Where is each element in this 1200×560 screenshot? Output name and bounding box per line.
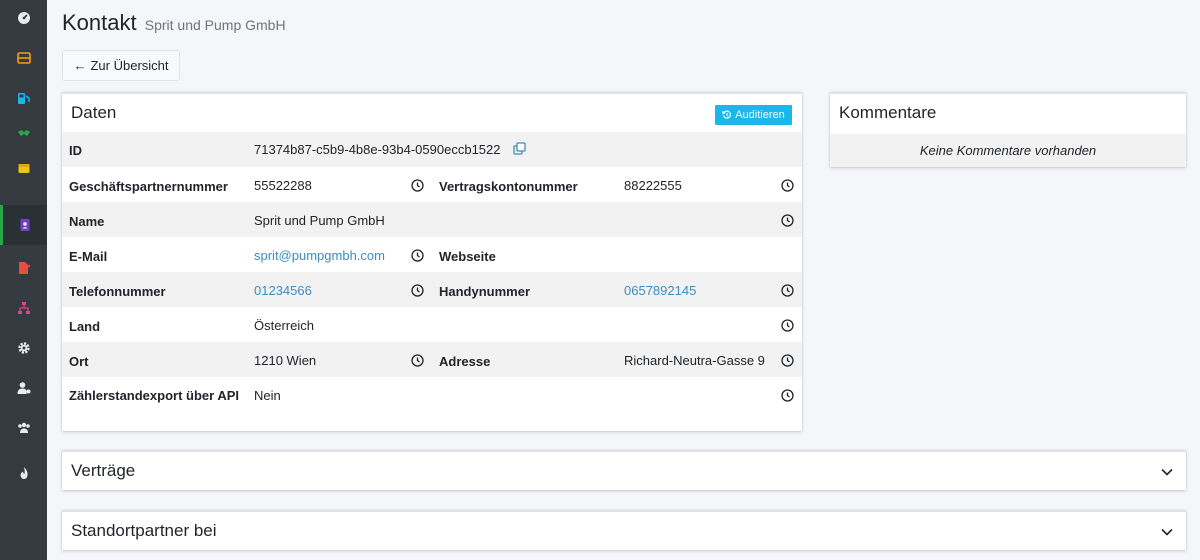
sidebar-item-partner[interactable] <box>0 118 47 148</box>
kommentare-card: Kommentare Keine Kommentare vorhanden <box>830 92 1186 167</box>
name-label: Name <box>69 214 105 229</box>
gp-label: Geschäftspartnernummer <box>69 179 228 194</box>
history-clock-icon[interactable] <box>781 284 794 297</box>
history-clock-icon[interactable] <box>411 284 424 297</box>
chevron-down-icon[interactable] <box>1160 465 1174 479</box>
history-clock-icon[interactable] <box>781 354 794 367</box>
user-cog-icon <box>17 382 30 394</box>
handy-link[interactable]: 0657892145 <box>624 283 696 298</box>
sidebar-item-structure[interactable] <box>0 293 47 323</box>
row-id: ID 71374b87-c5b9-4b8e-93b4-0590eccb1522 <box>62 132 802 167</box>
page-subtitle: Sprit und Pump GmbH <box>144 17 286 33</box>
web-label: Webseite <box>439 249 496 264</box>
sidebar-item-box[interactable] <box>0 153 47 183</box>
ort-value: 1210 Wien <box>254 353 317 368</box>
adresse-value: Richard-Neutra-Gasse 9 <box>624 353 765 368</box>
ort-label: Ort <box>69 354 89 369</box>
back-to-overview-button[interactable]: ← Zur Übersicht <box>62 50 180 81</box>
chevron-down-icon[interactable] <box>1160 525 1174 539</box>
name-value: Sprit und Pump GmbH <box>254 213 385 228</box>
row-geschaeftspartner: Geschäftspartnernummer 55522288 Vertrags… <box>62 167 802 202</box>
email-link[interactable]: sprit@pumpgmbh.com <box>254 248 385 263</box>
sidebar-item-settings[interactable] <box>0 333 47 363</box>
id-label: ID <box>69 143 82 158</box>
land-value: Österreich <box>254 318 314 333</box>
land-label: Land <box>69 319 101 334</box>
inbox-icon <box>16 52 31 64</box>
vk-label: Vertragskontonummer <box>439 179 578 194</box>
file-signature-icon <box>18 262 31 274</box>
history-clock-icon[interactable] <box>781 179 794 192</box>
row-zaehlerstandexport: Zählerstandexport über API Nein <box>62 377 802 431</box>
handshake-icon <box>17 130 30 136</box>
box-icon <box>18 164 29 173</box>
row-name: Name Sprit und Pump GmbH <box>62 202 802 237</box>
section-vertraege[interactable]: Verträge <box>62 450 1186 490</box>
row-telefon: Telefonnummer 01234566 Handynummer 06578… <box>62 272 802 307</box>
adresse-label: Adresse <box>439 354 491 369</box>
sidebar-item-user-admin[interactable] <box>0 373 47 403</box>
history-clock-icon[interactable] <box>781 389 794 402</box>
kommentare-title: Kommentare <box>839 103 937 122</box>
page-title: Kontakt Sprit und Pump GmbH <box>62 10 286 36</box>
history-icon <box>722 110 732 119</box>
sidebar-item-dashboard[interactable] <box>0 3 47 33</box>
export-label: Zählerstandexport über API <box>69 388 239 403</box>
sidebar-item-energy[interactable] <box>0 458 47 488</box>
history-clock-icon[interactable] <box>781 319 794 332</box>
history-clock-icon[interactable] <box>411 249 424 262</box>
audit-button[interactable]: Auditieren <box>715 105 792 125</box>
gas-pump-icon <box>17 93 30 104</box>
kommentare-empty-message: Keine Kommentare vorhanden <box>830 134 1186 167</box>
copy-icon[interactable] <box>513 142 526 155</box>
history-clock-icon[interactable] <box>781 214 794 227</box>
sitemap-icon <box>17 302 30 314</box>
section-standortpartner[interactable]: Standortpartner bei <box>62 510 1186 550</box>
row-email: E-Mail sprit@pumpgmbh.com Webseite <box>62 237 802 272</box>
tel-label: Telefonnummer <box>69 284 166 299</box>
vk-value: 88222555 <box>624 178 682 193</box>
tel-link[interactable]: 01234566 <box>254 283 312 298</box>
back-button-label: Zur Übersicht <box>90 58 169 73</box>
users-icon <box>17 422 30 433</box>
section-standortpartner-title: Standortpartner bei <box>71 521 217 540</box>
row-land: Land Österreich <box>62 307 802 342</box>
gp-value: 55522288 <box>254 178 312 193</box>
sidebar-item-fuel[interactable] <box>0 83 47 113</box>
sidebar-item-contracts[interactable] <box>0 253 47 283</box>
sidebar-item-users[interactable] <box>0 413 47 443</box>
sidebar-item-inbox[interactable] <box>0 43 47 73</box>
audit-label: Auditieren <box>735 109 785 121</box>
row-ort: Ort 1210 Wien Adresse Richard-Neutra-Gas… <box>62 342 802 377</box>
address-book-icon <box>20 219 30 231</box>
history-clock-icon[interactable] <box>411 179 424 192</box>
arrow-left-icon: ← <box>73 58 87 73</box>
cog-icon <box>17 342 30 354</box>
id-value: 71374b87-c5b9-4b8e-93b4-0590eccb1522 <box>254 142 501 157</box>
daten-card: Daten Auditieren ID 71374b87-c5b9-4b8e-9… <box>62 92 802 431</box>
dashboard-icon <box>17 12 30 24</box>
section-vertraege-title: Verträge <box>71 461 136 480</box>
page-title-text: Kontakt <box>62 10 137 35</box>
handy-label: Handynummer <box>439 284 531 299</box>
export-value: Nein <box>254 388 281 403</box>
email-label: E-Mail <box>69 249 108 264</box>
sidebar-item-contacts[interactable] <box>0 205 47 245</box>
fire-icon <box>20 467 28 479</box>
history-clock-icon[interactable] <box>411 354 424 367</box>
daten-title: Daten <box>71 103 117 122</box>
sidebar <box>0 0 47 560</box>
